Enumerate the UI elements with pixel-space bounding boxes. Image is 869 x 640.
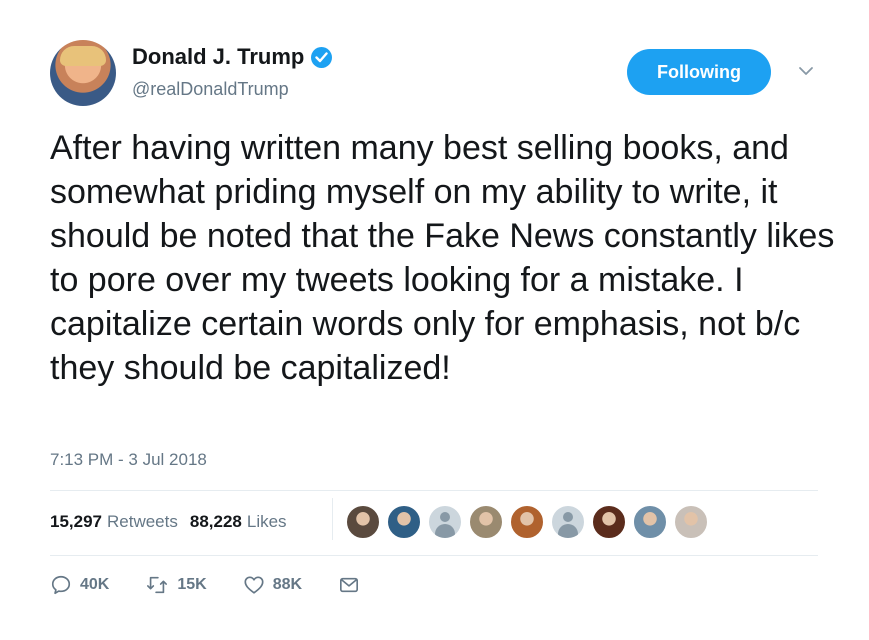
retweets-count: 15,297	[50, 512, 102, 531]
liker-avatar[interactable]	[387, 505, 421, 539]
tweet-timestamp[interactable]: 7:13 PM - 3 Jul 2018	[50, 450, 207, 470]
verified-badge-icon	[311, 46, 333, 68]
following-button[interactable]: Following	[627, 49, 771, 95]
heart-icon	[243, 574, 265, 596]
reply-icon	[50, 574, 72, 596]
divider	[50, 555, 818, 556]
retweets-label: Retweets	[107, 512, 178, 531]
retweets-stat[interactable]: 15,297 Retweets	[50, 512, 178, 532]
envelope-icon	[338, 575, 360, 595]
stats-separator	[332, 498, 333, 540]
liker-avatar[interactable]	[674, 505, 708, 539]
likes-stat[interactable]: 88,228 Likes	[190, 512, 287, 532]
author-handle[interactable]: @realDonaldTrump	[132, 79, 289, 100]
reply-count: 40K	[80, 576, 110, 593]
liker-avatar[interactable]	[346, 505, 380, 539]
like-button[interactable]: 88K	[243, 574, 302, 596]
tweet-actions: 40K 15K 88K	[50, 574, 396, 596]
liker-avatar[interactable]	[551, 505, 585, 539]
engagement-stats: 15,297 Retweets 88,228 Likes	[50, 512, 287, 532]
liker-avatar[interactable]	[510, 505, 544, 539]
liker-avatars	[346, 505, 715, 539]
likes-count: 88,228	[189, 512, 242, 531]
liker-avatar[interactable]	[428, 505, 462, 539]
tweet-text: After having written many best selling b…	[50, 129, 835, 387]
author-avatar[interactable]	[50, 40, 116, 106]
liker-avatar[interactable]	[592, 505, 626, 539]
reply-button[interactable]: 40K	[50, 574, 109, 596]
like-count: 88K	[272, 576, 303, 593]
direct-message-button[interactable]	[338, 575, 360, 595]
liker-avatar[interactable]	[469, 505, 503, 539]
retweet-button[interactable]: 15K	[145, 574, 207, 596]
retweet-icon	[145, 574, 169, 596]
liker-avatar[interactable]	[633, 505, 667, 539]
likes-label: Likes	[246, 512, 287, 531]
author-name-row: Donald J. Trump	[132, 44, 333, 70]
divider	[50, 490, 818, 491]
author-name[interactable]: Donald J. Trump	[132, 44, 304, 70]
retweet-count: 15K	[177, 576, 207, 593]
chevron-down-icon[interactable]	[798, 65, 814, 77]
